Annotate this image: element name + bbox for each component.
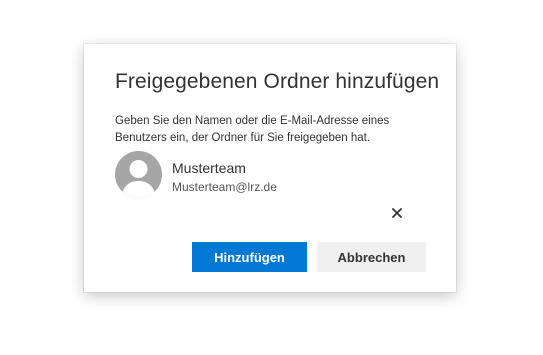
avatar <box>115 151 162 198</box>
close-icon <box>392 208 402 218</box>
remove-persona-button[interactable] <box>389 205 405 221</box>
selected-persona: Musterteam Musterteam@lrz.de <box>115 151 415 199</box>
persona-name: Musterteam <box>172 160 246 176</box>
add-button[interactable]: Hinzufügen <box>192 242 307 272</box>
dialog-title: Freigegebenen Ordner hinzufügen <box>115 70 440 93</box>
cancel-button[interactable]: Abbrechen <box>317 242 426 272</box>
add-shared-folder-dialog: Freigegebenen Ordner hinzufügen Geben Si… <box>84 44 456 292</box>
persona-email: Musterteam@lrz.de <box>172 180 277 194</box>
dialog-description: Geben Sie den Namen oder die E-Mail-Adre… <box>115 115 390 144</box>
page-background: Freigegebenen Ordner hinzufügen Geben Si… <box>0 0 543 355</box>
person-icon <box>121 160 156 198</box>
